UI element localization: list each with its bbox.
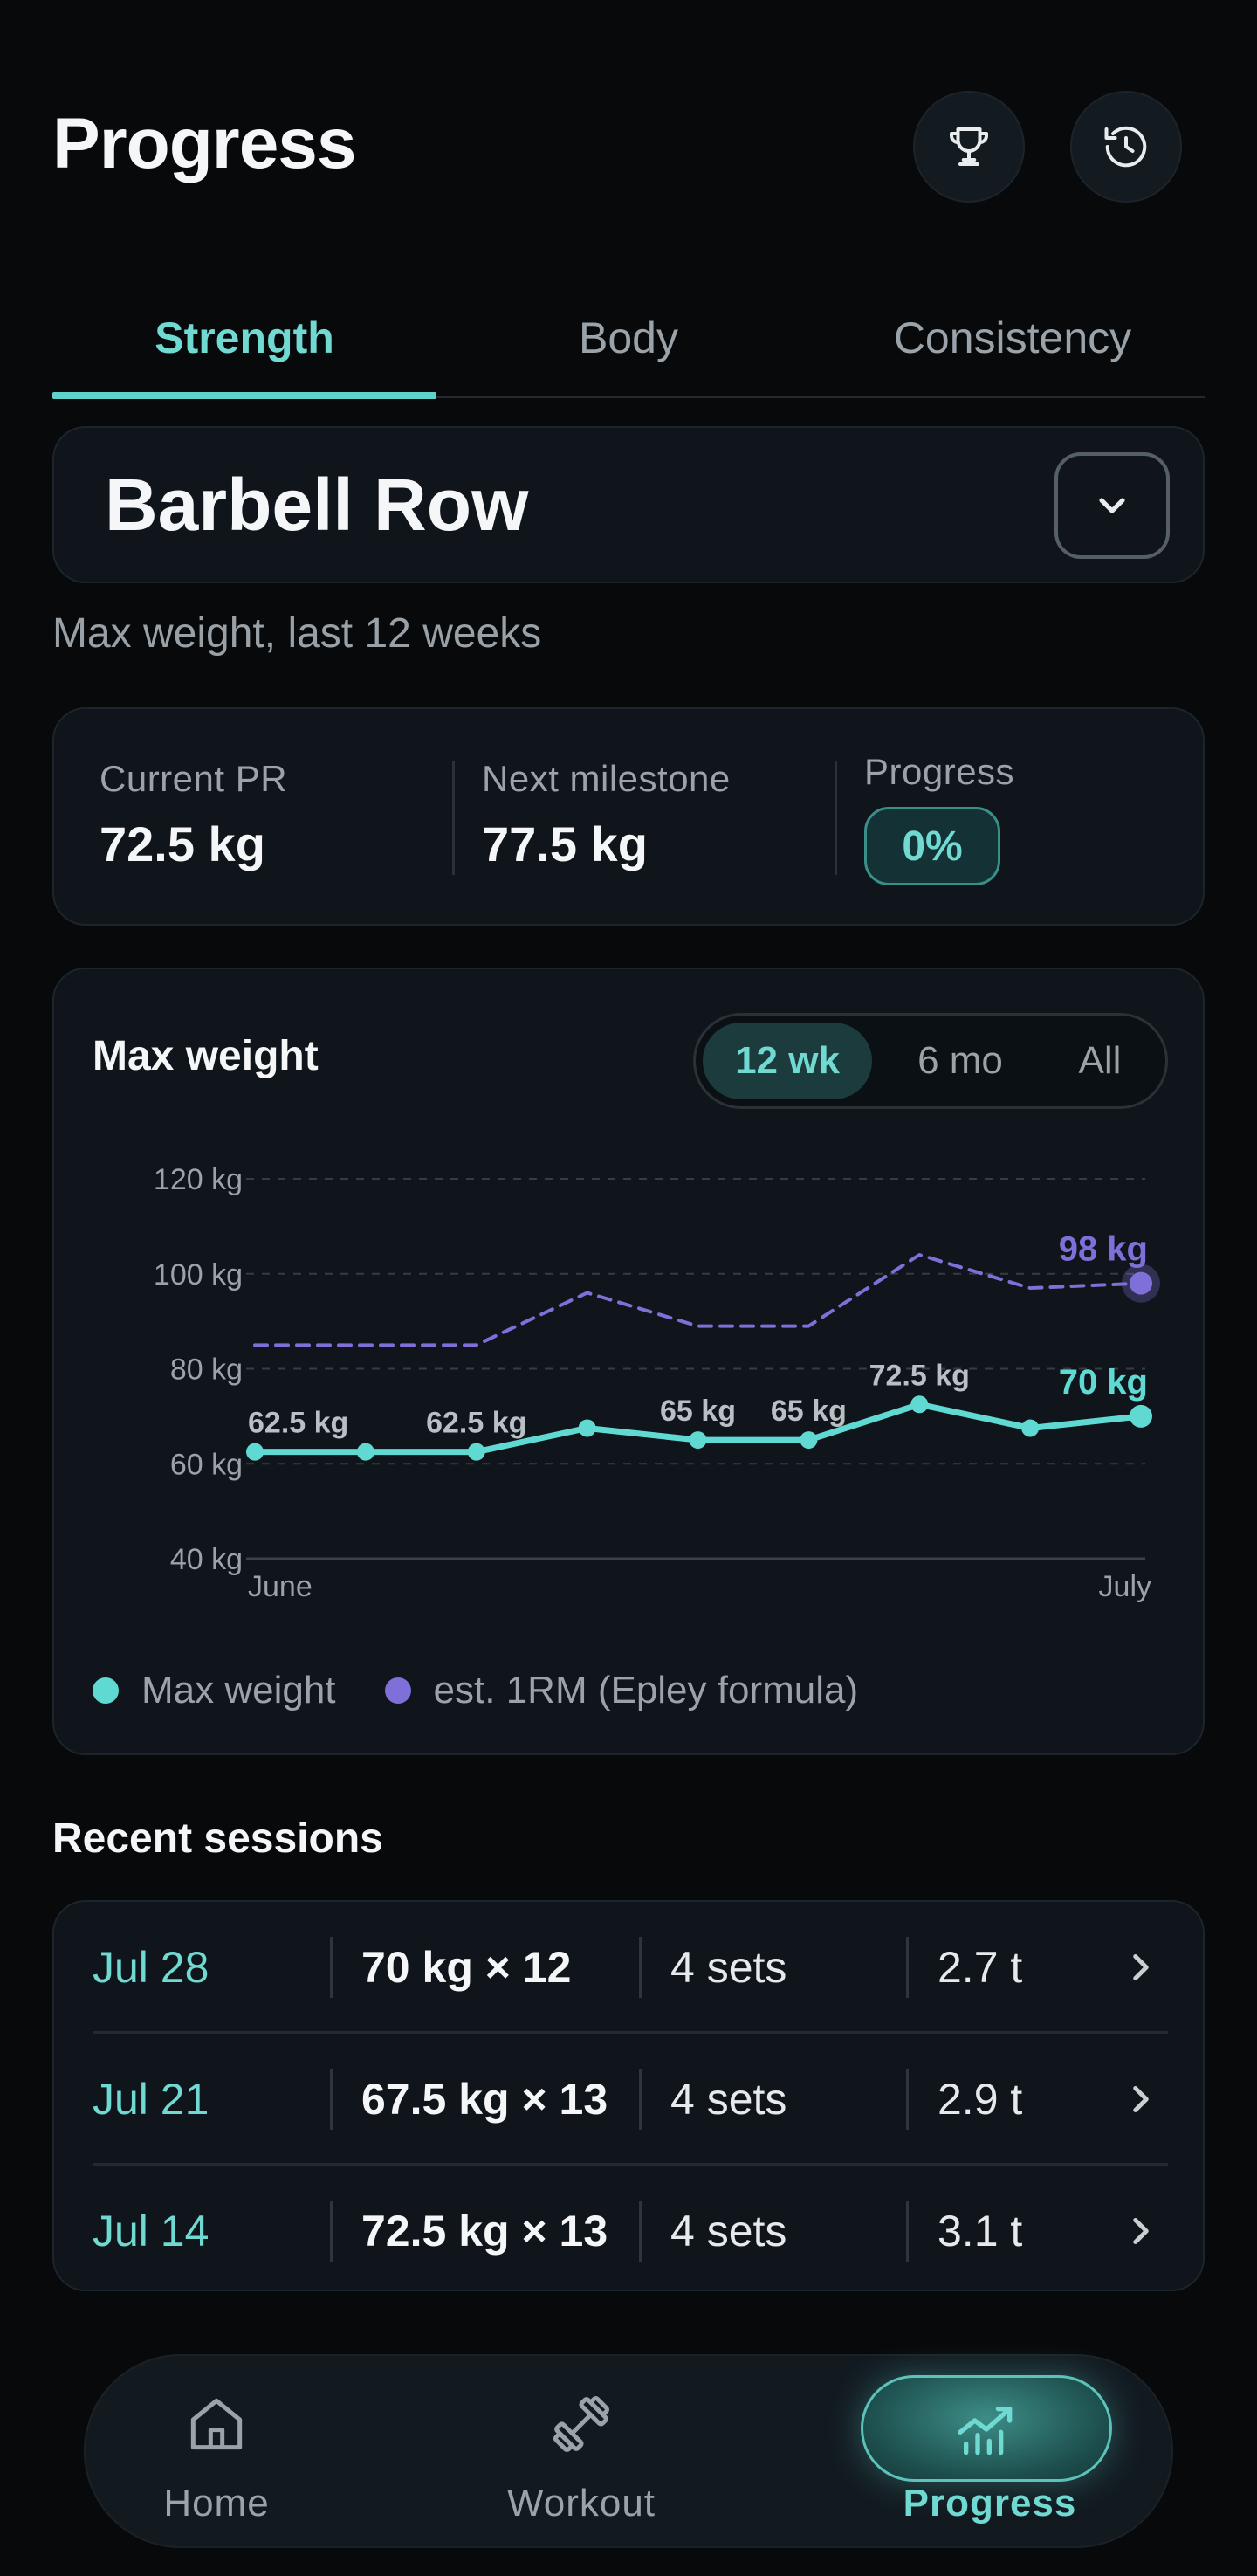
session-sets: 4 sets xyxy=(670,2075,787,2124)
session-volume: 2.9 t xyxy=(938,2075,1023,2124)
legend-item-1rm: est. 1RM (Epley formula) xyxy=(384,1669,859,1712)
data-label: 98 kg xyxy=(1059,1230,1148,1269)
data-label: 65 kg xyxy=(771,1395,847,1428)
chart-subtitle: Max weight, last 12 weeks xyxy=(52,610,542,657)
session-weight: 67.5 kg × 13 xyxy=(361,2075,608,2124)
session-date: Jul 21 xyxy=(93,2075,210,2124)
session-volume: 3.1 t xyxy=(938,2207,1023,2256)
legend-item-max-weight: Max weight xyxy=(93,1669,336,1712)
session-weight: 72.5 kg × 13 xyxy=(361,2207,608,2256)
stat-value: 77.5 kg xyxy=(482,816,648,871)
divider xyxy=(330,2069,333,2130)
chevron-right-icon xyxy=(1133,2086,1149,2112)
data-point xyxy=(689,1431,707,1450)
tab-bar: Strength Body Consistency xyxy=(52,278,1205,399)
data-point xyxy=(356,1443,374,1461)
chevron-right-icon xyxy=(1133,1954,1149,1980)
chevron-down-icon xyxy=(1099,498,1125,513)
nav-home[interactable]: Home xyxy=(86,2356,347,2550)
data-point xyxy=(910,1395,929,1414)
x-tick-label: June xyxy=(248,1570,313,1603)
header: Progress xyxy=(52,87,1205,210)
nav-progress[interactable]: Progress xyxy=(859,2356,1121,2550)
session-sets: 4 sets xyxy=(670,1943,787,1992)
divider xyxy=(906,2069,909,2130)
legend-label: Max weight xyxy=(141,1669,336,1712)
legend-label: est. 1RM (Epley formula) xyxy=(433,1669,859,1712)
session-row[interactable]: Jul 28 70 kg × 12 4 sets 2.7 t xyxy=(54,1902,1203,2033)
exercise-selector[interactable]: Barbell Row xyxy=(52,426,1205,583)
recent-sessions-title: Recent sessions xyxy=(52,1815,383,1862)
tab-body[interactable]: Body xyxy=(436,278,821,398)
session-volume: 2.7 t xyxy=(938,1943,1023,1992)
home-icon xyxy=(190,2398,243,2450)
legend-swatch xyxy=(384,1677,411,1704)
data-label: 62.5 kg xyxy=(248,1407,348,1440)
active-tab-indicator xyxy=(52,392,436,399)
data-label: 62.5 kg xyxy=(426,1407,526,1440)
y-tick-label: 60 kg xyxy=(170,1448,243,1481)
session-sets: 4 sets xyxy=(670,2207,787,2256)
data-point xyxy=(578,1419,596,1437)
divider xyxy=(906,2201,909,2262)
data-point xyxy=(1021,1419,1040,1437)
stat-label: Current PR xyxy=(100,758,288,799)
chevron-right-icon xyxy=(1133,2218,1149,2244)
data-point xyxy=(467,1443,485,1461)
tab-strength[interactable]: Strength xyxy=(52,278,436,398)
exercise-dropdown-button[interactable] xyxy=(1054,452,1170,559)
session-row[interactable]: Jul 21 67.5 kg × 13 4 sets 2.9 t xyxy=(54,2034,1203,2165)
chart-icon xyxy=(958,2407,1013,2455)
session-date: Jul 14 xyxy=(93,2207,210,2256)
chart-card: Max weight 12 wk 6 mo All 40 kg 60 kg 80 k… xyxy=(52,968,1205,1755)
data-point xyxy=(1130,1271,1152,1295)
series-line-1rm xyxy=(253,1253,1143,1347)
nav-label: Progress xyxy=(903,2482,1077,2524)
history-button[interactable] xyxy=(1070,91,1182,203)
data-label: 70 kg xyxy=(1059,1363,1148,1402)
x-tick-label: July xyxy=(1099,1570,1151,1603)
trophy-button[interactable] xyxy=(913,91,1025,203)
divider xyxy=(639,1937,642,1998)
nav-workout[interactable]: Workout xyxy=(450,2356,712,2550)
session-row[interactable]: Jul 14 72.5 kg × 13 4 sets 3.1 t xyxy=(54,2166,1203,2290)
session-date: Jul 28 xyxy=(93,1943,210,1992)
history-icon xyxy=(1104,126,1147,168)
nav-label: Workout xyxy=(506,2482,656,2524)
data-point xyxy=(1130,1404,1152,1428)
data-label: 72.5 kg xyxy=(869,1359,970,1392)
page-title: Progress xyxy=(52,104,357,183)
stats-card: Current PR 72.5 kg Next milestone 77.5 k… xyxy=(52,707,1205,926)
divider xyxy=(639,2201,642,2262)
stat-label: Progress xyxy=(864,751,1015,792)
tab-consistency[interactable]: Consistency xyxy=(821,278,1205,398)
chart-legend: Max weight est. 1RM (Epley formula) xyxy=(93,1664,907,1717)
progress-badge: 0% xyxy=(864,807,1000,885)
dumbbell-icon xyxy=(553,2395,610,2453)
legend-swatch xyxy=(93,1677,119,1704)
divider xyxy=(330,1937,333,1998)
exercise-name: Barbell Row xyxy=(105,464,529,546)
divider xyxy=(835,761,837,875)
nav-label: Home xyxy=(163,2482,270,2524)
divider xyxy=(639,2069,642,2130)
max-weight-chart: 40 kg 60 kg 80 kg 100 kg 120 kg June July 62.5 … xyxy=(154,1163,1160,1603)
data-point xyxy=(800,1431,818,1450)
trophy-icon xyxy=(950,127,988,166)
data-label: 65 kg xyxy=(660,1395,736,1428)
session-weight: 70 kg × 12 xyxy=(361,1943,572,1992)
data-point xyxy=(246,1443,264,1461)
stat-label: Next milestone xyxy=(482,758,731,799)
y-tick-label: 80 kg xyxy=(170,1353,243,1387)
divider xyxy=(906,1937,909,1998)
y-tick-label: 40 kg xyxy=(170,1543,243,1576)
y-tick-label: 100 kg xyxy=(154,1258,243,1291)
divider xyxy=(330,2201,333,2262)
bottom-nav: Home Workout Progress xyxy=(84,2354,1173,2548)
y-tick-label: 120 kg xyxy=(154,1163,243,1196)
recent-sessions-list: Jul 28 70 kg × 12 4 sets 2.7 t Jul 21 67… xyxy=(52,1900,1205,2291)
divider xyxy=(452,761,455,875)
stat-value: 72.5 kg xyxy=(100,816,265,871)
